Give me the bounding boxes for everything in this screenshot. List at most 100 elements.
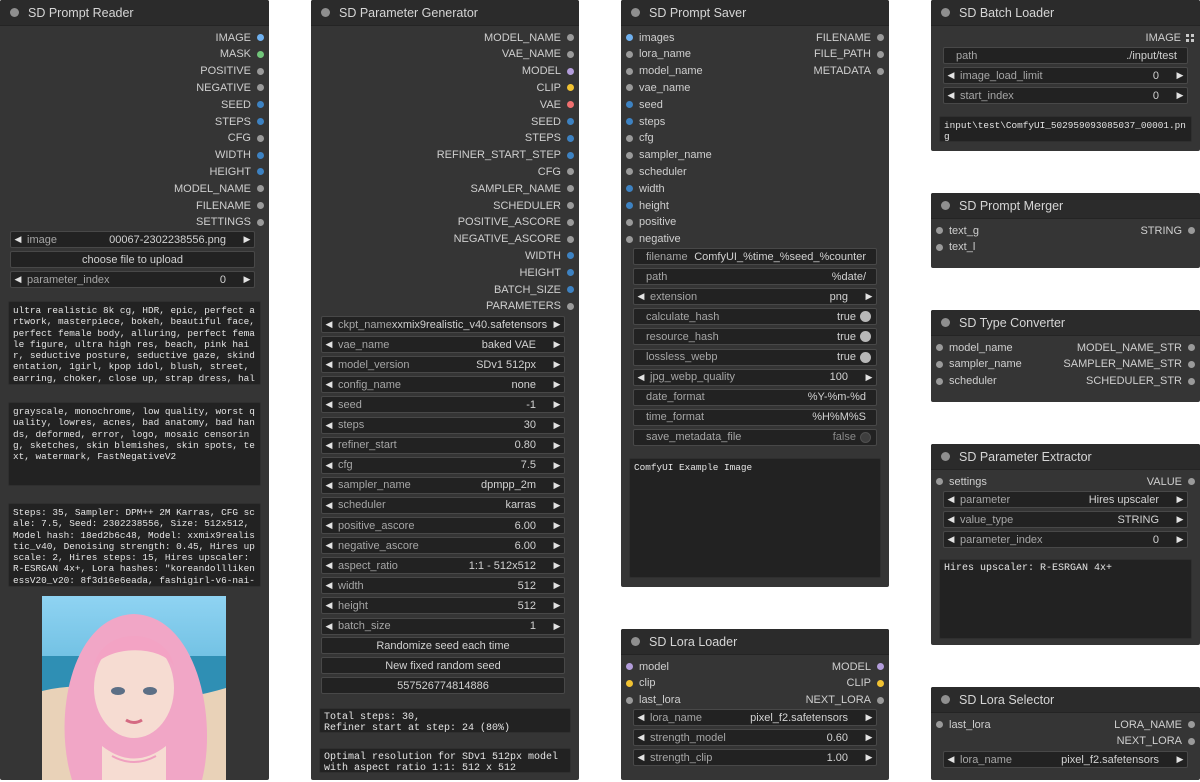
- arrow-left-icon[interactable]: ◀: [944, 754, 958, 765]
- arrow-left-icon[interactable]: ◀: [322, 520, 336, 531]
- output-seed[interactable]: SEED: [221, 96, 264, 113]
- toggle-knob-icon[interactable]: [860, 331, 871, 343]
- input-vae-name[interactable]: vae_name: [626, 79, 690, 96]
- sd-prompt-reader-node[interactable]: SD Prompt Reader IMAGE MASK POSITIVE NEGATI…: [0, 0, 269, 780]
- slot-dot-icon[interactable]: [626, 84, 633, 92]
- output-lora-name[interactable]: LORA_NAME: [1114, 716, 1195, 733]
- arrow-right-icon[interactable]: ▶: [550, 580, 564, 591]
- slot-dot-icon[interactable]: [567, 185, 574, 193]
- sd-prompt-merger-node[interactable]: SD Prompt Merger text_g text_l STRING: [931, 193, 1200, 268]
- refiner-start-widget[interactable]: ◀ refiner_start 0.80 ▶: [321, 436, 565, 454]
- choose-file-button[interactable]: choose file to upload: [10, 251, 255, 268]
- output-refiner-start-step[interactable]: REFINER_START_STEP: [437, 147, 574, 164]
- arrow-left-icon[interactable]: ◀: [11, 274, 25, 285]
- input-images[interactable]: images: [626, 29, 674, 46]
- slot-dot-icon[interactable]: [626, 185, 633, 193]
- slot-dot-icon[interactable]: [626, 202, 633, 209]
- arrow-right-icon[interactable]: ▶: [550, 399, 564, 410]
- input-model-name[interactable]: model_name: [936, 339, 1013, 356]
- slot-dot-icon[interactable]: [1188, 344, 1195, 351]
- output-positive[interactable]: POSITIVE: [200, 63, 264, 80]
- negative-prompt-text[interactable]: grayscale, monochrome, low quality, wors…: [8, 402, 261, 486]
- output-batch-size[interactable]: BATCH_SIZE: [494, 281, 574, 298]
- arrow-left-icon[interactable]: ◀: [322, 621, 336, 632]
- slot-dot-icon[interactable]: [257, 218, 264, 226]
- save-metadata-file-widget[interactable]: save_metadata_file false: [633, 428, 877, 446]
- output-clip[interactable]: CLIP: [537, 79, 574, 96]
- node-header[interactable]: SD Lora Loader: [621, 629, 889, 655]
- arrow-right-icon[interactable]: ▶: [1173, 70, 1187, 81]
- seed-value-button[interactable]: 557526774814886: [321, 677, 565, 695]
- arrow-right-icon[interactable]: ▶: [1173, 534, 1187, 545]
- collapse-dot-icon[interactable]: [10, 8, 19, 17]
- input-positive[interactable]: positive: [626, 214, 676, 231]
- output-model-name[interactable]: MODEL_NAME: [484, 29, 574, 46]
- input-model-name[interactable]: model_name: [626, 63, 703, 80]
- arrow-left-icon[interactable]: ◀: [322, 319, 336, 330]
- extension-widget[interactable]: ◀ extension png ▶: [633, 288, 877, 306]
- arrow-left-icon[interactable]: ◀: [322, 600, 336, 611]
- strength-clip-widget[interactable]: ◀ strength_clip 1.00 ▶: [633, 749, 877, 767]
- slot-dot-icon[interactable]: [567, 286, 574, 293]
- node-header[interactable]: SD Prompt Reader: [0, 0, 269, 26]
- sd-lora-loader-node[interactable]: SD Lora Loader model clip last_lora MODEL CL…: [621, 629, 889, 780]
- arrow-left-icon[interactable]: ◀: [322, 460, 336, 471]
- arrow-right-icon[interactable]: ▶: [550, 600, 564, 611]
- arrow-right-icon[interactable]: ▶: [1173, 494, 1187, 505]
- output-cfg[interactable]: CFG: [538, 163, 574, 180]
- config-name-widget[interactable]: ◀ config_name none ▶: [321, 376, 565, 394]
- output-string[interactable]: STRING: [1140, 222, 1195, 239]
- resolution-info-text[interactable]: Optimal resolution for SDv1 512px model …: [319, 748, 571, 773]
- output-file-path[interactable]: FILE_PATH: [814, 46, 884, 63]
- slot-dot-icon[interactable]: [1188, 478, 1195, 485]
- output-cfg[interactable]: CFG: [228, 130, 264, 147]
- output-image[interactable]: IMAGE: [216, 29, 264, 46]
- output-mask[interactable]: MASK: [220, 46, 264, 63]
- sampler-name-widget[interactable]: ◀ sampler_name dpmpp_2m ▶: [321, 476, 565, 494]
- output-steps[interactable]: STEPS: [525, 130, 574, 147]
- height-widget[interactable]: ◀ height 512 ▶: [321, 597, 565, 615]
- input-model[interactable]: model: [626, 658, 669, 675]
- resource-hash-widget[interactable]: resource_hash true: [633, 328, 877, 346]
- collapse-dot-icon[interactable]: [941, 201, 950, 210]
- output-model-name[interactable]: MODEL_NAME: [174, 180, 264, 197]
- arrow-left-icon[interactable]: ◀: [944, 90, 958, 101]
- settings-text[interactable]: Steps: 35, Sampler: DPM++ 2M Karras, CFG…: [8, 503, 261, 587]
- slot-dot-icon[interactable]: [257, 101, 264, 109]
- collapse-dot-icon[interactable]: [941, 452, 950, 461]
- slot-dot-icon[interactable]: [936, 360, 943, 368]
- arrow-right-icon[interactable]: ▶: [550, 460, 564, 471]
- output-steps[interactable]: STEPS: [215, 113, 264, 130]
- output-next-lora[interactable]: NEXT_LORA: [806, 692, 884, 709]
- sd-batch-loader-node[interactable]: SD Batch Loader IMAGE path ./input/test ◀…: [931, 0, 1200, 151]
- jpg-webp-quality-widget[interactable]: ◀ jpg_webp_quality 100 ▶: [633, 368, 877, 386]
- output-filename[interactable]: FILENAME: [816, 29, 884, 46]
- arrow-left-icon[interactable]: ◀: [634, 291, 648, 302]
- arrow-right-icon[interactable]: ▶: [550, 520, 564, 531]
- arrow-left-icon[interactable]: ◀: [944, 70, 958, 81]
- slot-dot-icon[interactable]: [1188, 721, 1195, 728]
- output-value[interactable]: VALUE: [1147, 473, 1195, 490]
- slot-dot-icon[interactable]: [936, 377, 943, 385]
- positive-prompt-text[interactable]: ultra realistic 8k cg, HDR, epic, perfec…: [8, 301, 261, 385]
- slot-dot-icon[interactable]: [626, 118, 633, 125]
- slot-dot-icon[interactable]: [567, 235, 574, 243]
- arrow-right-icon[interactable]: ▶: [550, 480, 564, 491]
- arrow-left-icon[interactable]: ◀: [944, 514, 958, 525]
- arrow-right-icon[interactable]: ▶: [550, 621, 564, 632]
- slot-dot-icon[interactable]: [257, 168, 264, 176]
- output-parameters[interactable]: PARAMETERS: [486, 298, 574, 315]
- new-fixed-seed-button[interactable]: New fixed random seed: [321, 657, 565, 675]
- node-header[interactable]: SD Type Converter: [931, 310, 1200, 336]
- toggle-knob-icon[interactable]: [860, 311, 871, 323]
- output-vae-name[interactable]: VAE_NAME: [502, 46, 574, 63]
- slot-dot-icon[interactable]: [567, 269, 574, 277]
- slot-dot-icon[interactable]: [626, 101, 633, 109]
- slot-dot-icon[interactable]: [936, 478, 943, 485]
- sd-prompt-saver-node[interactable]: SD Prompt Saver images lora_name model_nam…: [621, 0, 889, 587]
- slot-dot-icon[interactable]: [257, 151, 264, 159]
- slot-dot-icon[interactable]: [626, 168, 633, 176]
- collapse-dot-icon[interactable]: [941, 8, 950, 17]
- slot-dot-icon[interactable]: [567, 50, 574, 58]
- strength-model-widget[interactable]: ◀ strength_model 0.60 ▶: [633, 729, 877, 747]
